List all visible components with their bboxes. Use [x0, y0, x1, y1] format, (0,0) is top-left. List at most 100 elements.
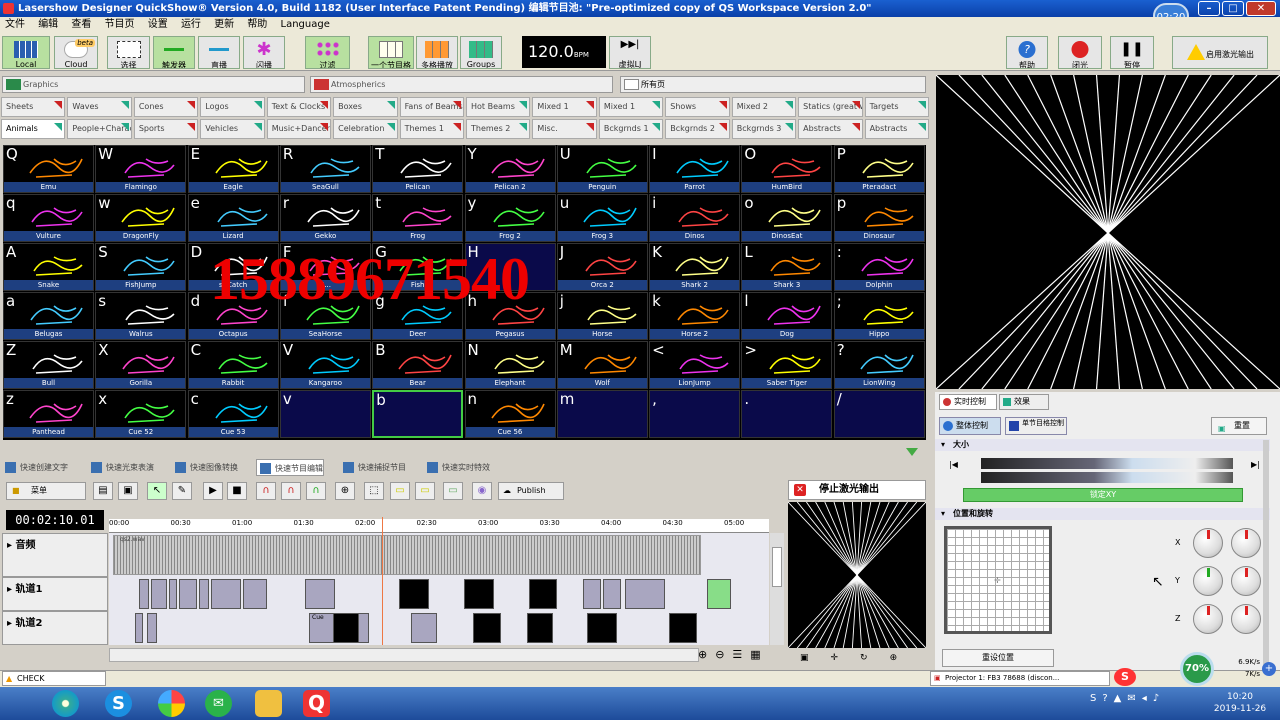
cue-cell[interactable]: w DragonFly	[95, 194, 187, 242]
menu-settings[interactable]: 设置	[143, 19, 173, 30]
cue-cell[interactable]: ,	[649, 390, 741, 438]
preview-controls[interactable]: ▣✛↻⊕	[788, 650, 926, 666]
flash-button[interactable]: ✱ 闪播	[243, 36, 285, 69]
page-tab[interactable]: Fans of Beams	[399, 97, 464, 117]
cue-cell[interactable]: c Cue 53	[187, 390, 279, 438]
rotation-knob[interactable]	[1231, 566, 1261, 596]
cue-cell[interactable]: N Elephant	[464, 341, 556, 389]
tab-image-convert[interactable]: 快速图像转换	[172, 459, 238, 476]
cue-cell[interactable]: k Horse 2	[649, 292, 741, 340]
menu-language[interactable]: Language	[276, 19, 335, 30]
cue-cell[interactable]: i Dinos	[649, 194, 741, 242]
one-cue-button[interactable]: 一个节目格	[368, 36, 414, 69]
projector-status[interactable]: ▣ Projector 1: FB3 78688 (discon...	[930, 671, 1110, 686]
tab-capture[interactable]: 快速捕捉节目	[340, 459, 406, 476]
add-icon[interactable]: +	[1262, 662, 1276, 676]
page-tab[interactable]: Bckgrnds 1	[598, 119, 664, 139]
cue-cell[interactable]: T Pelican	[372, 145, 464, 193]
browser-icon[interactable]	[158, 690, 185, 717]
quickshow-icon[interactable]: Q	[303, 690, 330, 717]
position-section-header[interactable]: ▾ 位置和旋转	[935, 508, 1270, 520]
multi-cue-button[interactable]: 多格播放	[416, 36, 458, 69]
cue-cell[interactable]: v	[279, 390, 371, 438]
cue-cell[interactable]: t Frog	[372, 194, 464, 242]
cloud-button[interactable]: Cloud beta	[54, 36, 98, 69]
pointer-tool-icon[interactable]: ↖	[147, 482, 167, 500]
grid-expand-icon[interactable]	[906, 448, 918, 456]
cue-cell[interactable]: E Eagle	[187, 145, 279, 193]
cue-block[interactable]: Cue	[464, 579, 494, 609]
size-x-slider[interactable]	[981, 458, 1233, 469]
check-indicator[interactable]: ▲ CHECK	[2, 671, 106, 686]
rotation-knob[interactable]	[1231, 528, 1261, 558]
cue-cell[interactable]: A Snake	[3, 243, 94, 291]
network-meter[interactable]: 70%	[1180, 652, 1214, 686]
sogou-input-icon[interactable]: S	[1114, 668, 1136, 686]
live-button[interactable]: 直播	[198, 36, 240, 69]
page-tab[interactable]: Sheets	[1, 97, 66, 117]
cue-block[interactable]	[587, 613, 617, 643]
cue-cell[interactable]: S FishJump	[95, 243, 187, 291]
cue-cell[interactable]: < LionJump	[649, 341, 741, 389]
cue-cell[interactable]: ? LionWing	[833, 341, 925, 389]
cue-cell[interactable]: J Orca 2	[556, 243, 648, 291]
bpm-display[interactable]: 120.0BPM ▲	[522, 36, 606, 96]
menu-run[interactable]: 运行	[176, 19, 206, 30]
page-tab[interactable]: Targets	[864, 97, 929, 117]
track-area[interactable]: qs2.wav Cue Cue Cue	[109, 517, 769, 645]
filter-button[interactable]: 过滤	[305, 36, 350, 69]
cue-block[interactable]	[399, 579, 429, 609]
playhead[interactable]	[382, 517, 383, 645]
cue-block[interactable]	[305, 579, 335, 609]
cue-block[interactable]	[139, 579, 149, 609]
page-tab[interactable]: Bckgrnds 2	[665, 119, 730, 139]
magnet-icon[interactable]: ∩	[256, 482, 276, 500]
page-tab[interactable]: Hot Beams	[466, 97, 531, 117]
track-header-1[interactable]: ▸ 轨道1	[2, 577, 108, 611]
page-tab[interactable]: Vehicles	[200, 119, 265, 139]
cue-block[interactable]	[583, 579, 601, 609]
page-tab[interactable]: Animals	[1, 119, 66, 139]
page-tab[interactable]: Logos	[200, 97, 265, 117]
stop-icon[interactable]: ■	[227, 482, 247, 500]
menu-edit[interactable]: 编辑	[33, 19, 63, 30]
cue-cell[interactable]: C Rabbit	[187, 341, 279, 389]
slider-min-icon[interactable]: |◀	[949, 460, 958, 469]
rotation-knob[interactable]	[1193, 528, 1223, 558]
magnet-small-icon[interactable]: ∩	[281, 482, 301, 500]
cue-block[interactable]	[151, 579, 167, 609]
cue-block[interactable]	[179, 579, 197, 609]
cue-cell[interactable]: R SeaGull	[279, 145, 371, 193]
rotation-knob[interactable]	[1193, 604, 1223, 634]
cue-cell[interactable]: B Bear	[372, 341, 464, 389]
open-icon[interactable]: ▤	[93, 482, 113, 500]
cue-block[interactable]	[333, 613, 359, 643]
cue-cell[interactable]: e Lizard	[187, 194, 279, 242]
cue-block[interactable]	[211, 579, 241, 609]
cue-cell[interactable]: a Belugas	[3, 292, 94, 340]
page-tab[interactable]: Mixed 1	[598, 97, 664, 117]
timeline-scrollbar[interactable]	[770, 533, 784, 645]
rotation-knob[interactable]	[1231, 604, 1261, 634]
menu-file[interactable]: 文件	[0, 19, 30, 30]
cue-cell[interactable]: I Parrot	[649, 145, 741, 193]
page-tab[interactable]: Waves	[67, 97, 132, 117]
track-header-2[interactable]: ▸ 轨道2	[2, 611, 108, 645]
cue-block[interactable]	[411, 613, 437, 643]
reset-button[interactable]: ▣ 重置	[1211, 417, 1267, 435]
audio-waveform[interactable]: qs2.wav	[113, 535, 701, 575]
cue-block[interactable]	[669, 613, 697, 643]
marker-end-icon[interactable]: ▭	[415, 482, 435, 500]
page-tab[interactable]: Mixed 1	[532, 97, 597, 117]
effect-icon[interactable]: ◉	[472, 482, 492, 500]
cue-cell[interactable]: X Gorilla	[95, 341, 187, 389]
page-tab[interactable]: Statics (great with Virtu	[798, 97, 863, 117]
cue-cell[interactable]: z Panthead	[3, 390, 94, 438]
size-section-header[interactable]: ▾ 大小	[935, 439, 1270, 451]
maximize-button[interactable]: □	[1222, 1, 1244, 16]
play-icon[interactable]: ▶	[203, 482, 223, 500]
zoom-icon[interactable]: ⊕	[335, 482, 355, 500]
panel-scrollbar[interactable]	[1263, 440, 1269, 668]
tab-effects[interactable]: 效果	[999, 394, 1049, 410]
size-y-slider[interactable]	[981, 472, 1233, 483]
